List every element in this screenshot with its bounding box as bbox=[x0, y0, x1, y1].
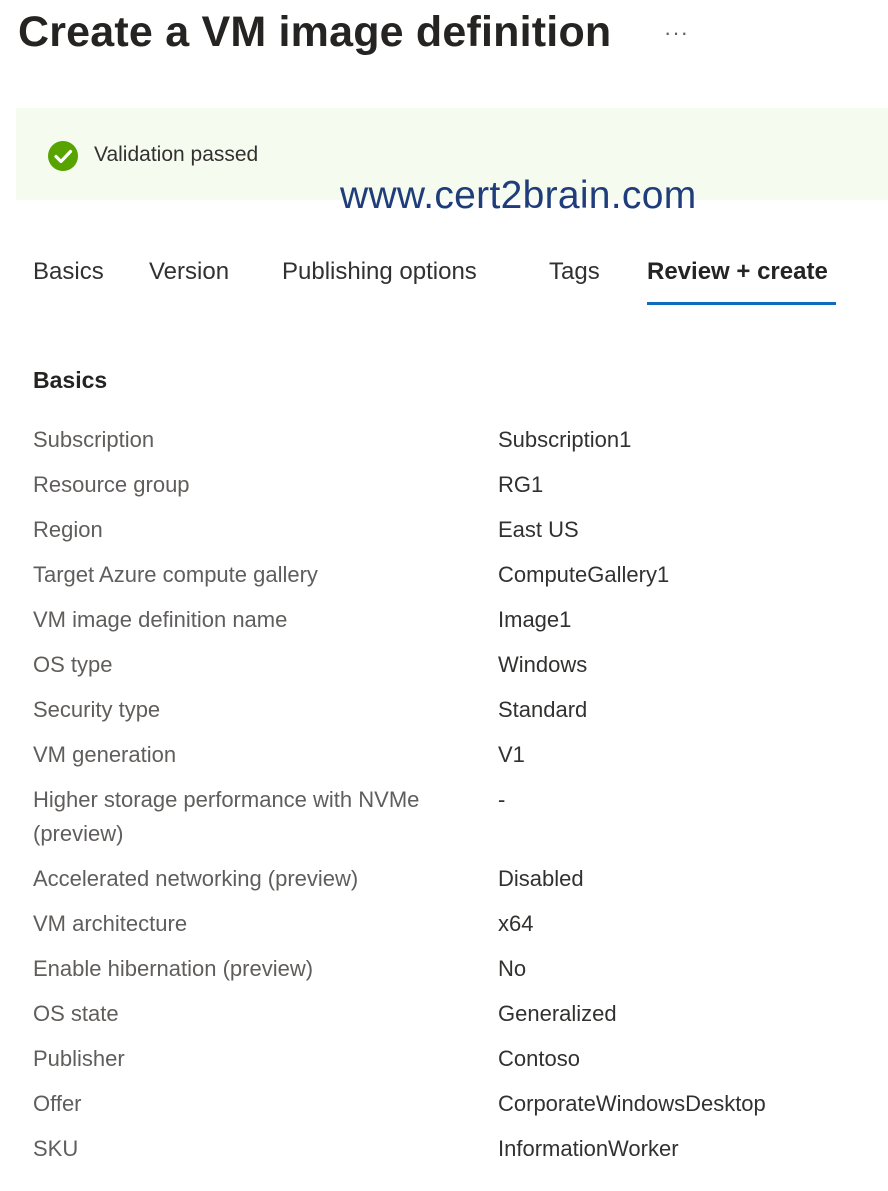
row-label: Subscription bbox=[33, 427, 155, 452]
page-title: Create a VM image definition bbox=[18, 8, 612, 56]
summary-list: Subscription Subscription1 Resource grou… bbox=[0, 420, 888, 1174]
tab-publishing-options[interactable]: Publishing options bbox=[282, 258, 477, 286]
row-label: Publisher bbox=[33, 1046, 125, 1071]
row-label: Resource group bbox=[33, 472, 190, 497]
row-value: RG1 bbox=[498, 472, 544, 497]
summary-row-os-state: OS state Generalized bbox=[0, 994, 888, 1039]
row-value: Generalized bbox=[498, 1001, 617, 1026]
summary-row-nvme: Higher storage performance with NVMe (pr… bbox=[0, 780, 888, 859]
row-value: Image1 bbox=[498, 607, 572, 632]
row-label: Region bbox=[33, 517, 103, 542]
tab-basics[interactable]: Basics bbox=[33, 258, 104, 286]
watermark: www.cert2brain.com bbox=[340, 174, 697, 217]
summary-row-sku: SKU InformationWorker bbox=[0, 1129, 888, 1174]
summary-row-hibernation: Enable hibernation (preview) No bbox=[0, 949, 888, 994]
active-tab-indicator bbox=[647, 302, 836, 305]
row-label: OS type bbox=[33, 652, 113, 677]
wizard-tabs: Basics Version Publishing options Tags R… bbox=[0, 250, 888, 310]
row-label: VM architecture bbox=[33, 911, 188, 936]
row-value: InformationWorker bbox=[498, 1136, 679, 1161]
row-value: CorporateWindowsDesktop bbox=[498, 1091, 766, 1116]
row-value: No bbox=[498, 956, 527, 981]
summary-row-vm-architecture: VM architecture x64 bbox=[0, 904, 888, 949]
check-circle-icon bbox=[48, 141, 78, 171]
section-heading-basics: Basics bbox=[33, 367, 108, 393]
row-label: Offer bbox=[33, 1091, 82, 1116]
tab-tags[interactable]: Tags bbox=[549, 258, 600, 286]
tab-review-create[interactable]: Review + create bbox=[647, 258, 828, 286]
summary-row-publisher: Publisher Contoso bbox=[0, 1039, 888, 1084]
row-value: V1 bbox=[498, 742, 525, 767]
summary-row-target-gallery: Target Azure compute gallery ComputeGall… bbox=[0, 555, 888, 600]
summary-row-accelerated-networking: Accelerated networking (preview) Disable… bbox=[0, 859, 888, 904]
row-value: Subscription1 bbox=[498, 427, 632, 452]
summary-row-region: Region East US bbox=[0, 510, 888, 555]
summary-row-resource-group: Resource group RG1 bbox=[0, 465, 888, 510]
summary-row-os-type: OS type Windows bbox=[0, 645, 888, 690]
row-label: Accelerated networking (preview) bbox=[33, 866, 359, 891]
row-value: Standard bbox=[498, 697, 588, 722]
row-value: East US bbox=[498, 517, 579, 542]
row-label: Higher storage performance with NVMe (pr… bbox=[33, 787, 420, 846]
row-value: ComputeGallery1 bbox=[498, 562, 670, 587]
row-label: Security type bbox=[33, 697, 161, 722]
summary-row-subscription: Subscription Subscription1 bbox=[0, 420, 888, 465]
row-value: Windows bbox=[498, 652, 588, 677]
summary-row-definition-name: VM image definition name Image1 bbox=[0, 600, 888, 645]
more-options-button[interactable]: ··· bbox=[664, 20, 689, 46]
validation-message: Validation passed bbox=[94, 143, 259, 166]
row-value: x64 bbox=[498, 911, 534, 936]
row-value: Contoso bbox=[498, 1046, 580, 1071]
tab-version[interactable]: Version bbox=[149, 258, 229, 286]
row-label: VM image definition name bbox=[33, 607, 288, 632]
row-value: - bbox=[498, 787, 506, 812]
row-label: Target Azure compute gallery bbox=[33, 562, 318, 587]
row-label: SKU bbox=[33, 1136, 79, 1161]
summary-row-offer: Offer CorporateWindowsDesktop bbox=[0, 1084, 888, 1129]
summary-row-security-type: Security type Standard bbox=[0, 690, 888, 735]
row-label: Enable hibernation (preview) bbox=[33, 956, 314, 981]
summary-row-vm-generation: VM generation V1 bbox=[0, 735, 888, 780]
row-label: OS state bbox=[33, 1001, 119, 1026]
row-label: VM generation bbox=[33, 742, 177, 767]
row-value: Disabled bbox=[498, 866, 584, 891]
